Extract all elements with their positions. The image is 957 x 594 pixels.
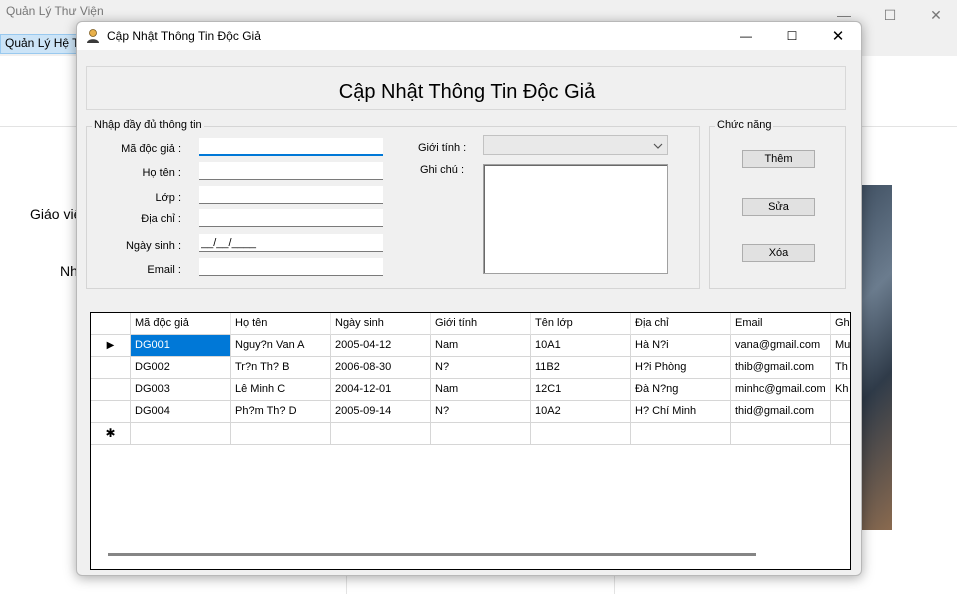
table-cell[interactable]: Mu (831, 335, 850, 357)
table-cell[interactable] (531, 423, 631, 445)
ma-doc-gia-label: Mã độc giả : (121, 143, 181, 155)
table-cell[interactable] (731, 423, 831, 445)
add-button[interactable]: Thêm (742, 150, 815, 168)
dialog-titlebar[interactable]: Cập Nhật Thông Tin Độc Giả — ☐ ✕ (77, 22, 861, 50)
column-header[interactable]: Họ tên (231, 313, 331, 335)
table-cell[interactable]: minhc@gmail.com (731, 379, 831, 401)
lop-label: Lớp : (155, 192, 181, 204)
table-cell[interactable]: Hà N?i (631, 335, 731, 357)
row-header[interactable]: ✱ (91, 423, 131, 445)
ghi-chu-label: Ghi chú : (420, 164, 465, 176)
table-cell[interactable] (631, 423, 731, 445)
table-cell[interactable]: 2005-09-14 (331, 401, 431, 423)
table-cell[interactable] (831, 401, 850, 423)
grid-corner (91, 313, 131, 335)
table-cell[interactable]: N? (431, 357, 531, 379)
column-header[interactable]: Địa chỉ (631, 313, 731, 335)
table-cell[interactable]: Tr?n Th? B (231, 357, 331, 379)
lop-input[interactable] (199, 186, 383, 204)
update-reader-dialog: Cập Nhật Thông Tin Độc Giả — ☐ ✕ Cập Nhậ… (76, 21, 862, 576)
dia-chi-input[interactable] (199, 209, 383, 227)
email-label: Email : (147, 264, 181, 276)
background-close-button[interactable]: ✕ (913, 2, 957, 28)
table-row[interactable]: DG003 Lê Minh C 2004-12-01 Nam 12C1 Ðà N… (91, 379, 850, 401)
table-cell[interactable]: Kh (831, 379, 850, 401)
ghi-chu-textarea[interactable] (483, 164, 668, 274)
column-header[interactable]: Giới tính (431, 313, 531, 335)
gioi-tinh-label: Giới tính : (418, 142, 467, 154)
reader-datagrid[interactable]: Mã độc giả Họ tên Ngày sinh Giới tính Tê… (90, 312, 851, 570)
minimize-button[interactable]: — (723, 22, 769, 50)
maximize-button[interactable]: ☐ (769, 22, 815, 50)
header-panel: Cập Nhật Thông Tin Độc Giả (86, 66, 846, 110)
table-cell[interactable] (331, 423, 431, 445)
table-cell[interactable]: Nguy?n Van A (231, 335, 331, 357)
table-cell[interactable]: thid@gmail.com (731, 401, 831, 423)
table-cell[interactable]: DG004 (131, 401, 231, 423)
table-cell[interactable]: Nam (431, 335, 531, 357)
table-cell[interactable]: H?i Phòng (631, 357, 731, 379)
gioi-tinh-dropdown[interactable] (483, 135, 668, 155)
column-header[interactable]: Tên lớp (531, 313, 631, 335)
email-input[interactable] (199, 258, 383, 276)
chevron-down-icon (653, 140, 663, 154)
table-cell[interactable]: 2004-12-01 (331, 379, 431, 401)
row-header[interactable] (91, 401, 131, 423)
input-group-label: Nhập đầy đủ thông tin (92, 119, 204, 131)
table-cell[interactable]: 12C1 (531, 379, 631, 401)
table-cell[interactable] (131, 423, 231, 445)
horizontal-scrollbar[interactable] (108, 553, 756, 556)
table-cell[interactable] (431, 423, 531, 445)
table-cell[interactable]: H? Chí Minh (631, 401, 731, 423)
table-cell[interactable]: thib@gmail.com (731, 357, 831, 379)
function-group-label: Chức năng (715, 119, 774, 131)
grid-header-row: Mã độc giả Họ tên Ngày sinh Giới tính Tê… (91, 313, 850, 335)
edit-button[interactable]: Sửa (742, 198, 815, 216)
table-cell[interactable]: 10A2 (531, 401, 631, 423)
ho-ten-label: Họ tên : (142, 167, 181, 179)
background-menu-item[interactable]: Quản Lý Hệ T (0, 34, 85, 54)
ngay-sinh-label: Ngày sinh : (125, 240, 181, 252)
table-cell[interactable] (231, 423, 331, 445)
ho-ten-input[interactable] (199, 162, 383, 180)
background-label: Giáo viê (30, 206, 82, 222)
table-row[interactable]: DG004 Ph?m Th? D 2005-09-14 N? 10A2 H? C… (91, 401, 850, 423)
table-cell[interactable]: DG003 (131, 379, 231, 401)
table-cell[interactable]: 11B2 (531, 357, 631, 379)
close-button[interactable]: ✕ (815, 22, 861, 50)
table-cell[interactable]: 2005-04-12 (331, 335, 431, 357)
dialog-title: Cập Nhật Thông Tin Độc Giả (107, 29, 261, 43)
new-row[interactable]: ✱ (91, 423, 850, 445)
table-cell[interactable]: DG001 (131, 335, 231, 357)
page-title: Cập Nhật Thông Tin Độc Giả (338, 81, 596, 103)
delete-button[interactable]: Xóa (742, 244, 815, 262)
dia-chi-label: Địa chỉ : (141, 213, 181, 225)
ma-doc-gia-input[interactable] (199, 138, 383, 156)
table-cell[interactable]: Ph?m Th? D (231, 401, 331, 423)
background-window-title: Quản Lý Thư Viện (6, 4, 104, 18)
table-cell[interactable]: 10A1 (531, 335, 631, 357)
table-cell[interactable]: DG002 (131, 357, 231, 379)
table-cell[interactable]: N? (431, 401, 531, 423)
table-cell[interactable]: Ðà N?ng (631, 379, 731, 401)
user-icon (86, 28, 100, 47)
background-maximize-button[interactable]: ☐ (867, 2, 913, 28)
row-header[interactable] (91, 379, 131, 401)
row-header[interactable] (91, 357, 131, 379)
column-header[interactable]: Email (731, 313, 831, 335)
ngay-sinh-input[interactable] (199, 234, 383, 252)
column-header[interactable]: Ngày sinh (331, 313, 431, 335)
table-cell[interactable]: 2006-08-30 (331, 357, 431, 379)
table-cell[interactable]: Lê Minh C (231, 379, 331, 401)
table-row[interactable]: DG002 Tr?n Th? B 2006-08-30 N? 11B2 H?i … (91, 357, 850, 379)
column-header[interactable]: Gh (831, 313, 850, 335)
row-header[interactable]: ▶ (91, 335, 131, 357)
table-cell[interactable]: Th (831, 357, 850, 379)
table-cell[interactable] (831, 423, 850, 445)
table-cell[interactable]: vana@gmail.com (731, 335, 831, 357)
column-header[interactable]: Mã độc giả (131, 313, 231, 335)
table-cell[interactable]: Nam (431, 379, 531, 401)
table-row[interactable]: ▶ DG001 Nguy?n Van A 2005-04-12 Nam 10A1… (91, 335, 850, 357)
